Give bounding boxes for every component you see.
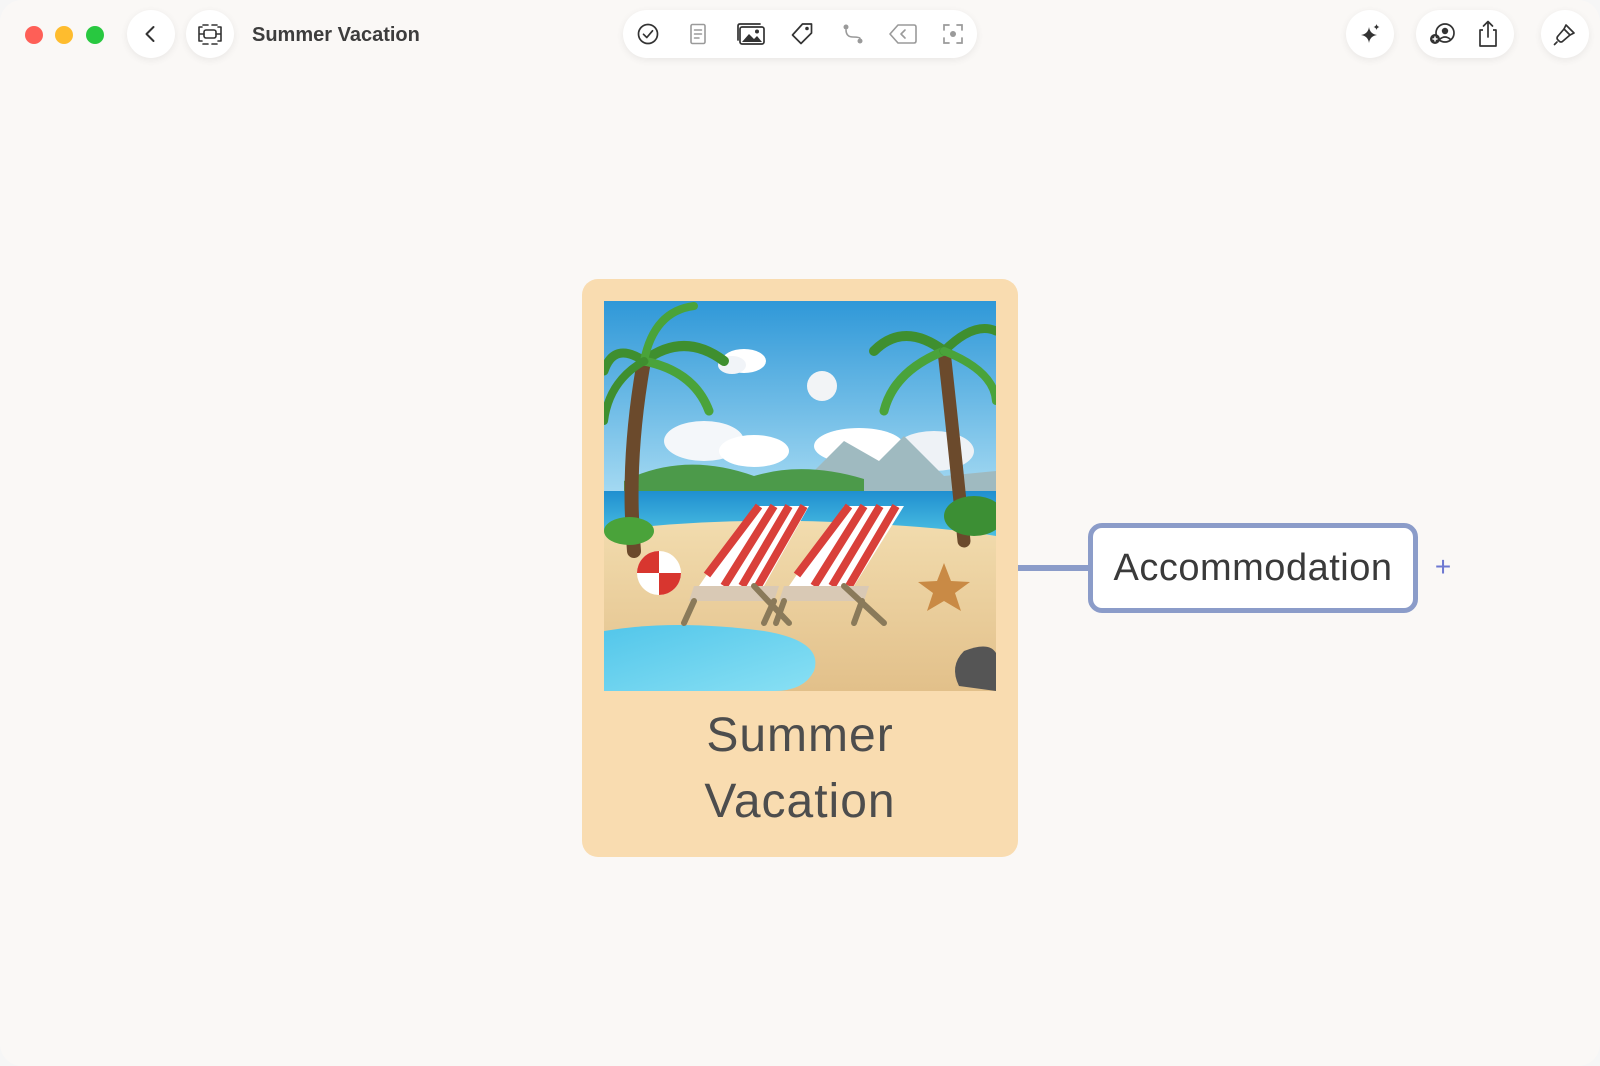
insert-toolbar: [623, 10, 977, 58]
ai-button[interactable]: [1346, 10, 1394, 58]
chevron-left-icon: [145, 26, 155, 42]
share-button[interactable]: [1474, 20, 1502, 48]
add-topic-button[interactable]: +: [1430, 553, 1456, 581]
relationship-button[interactable]: [839, 20, 867, 48]
document-title: Summer Vacation: [252, 24, 420, 46]
back-button[interactable]: [127, 10, 175, 58]
check-circle-icon: [637, 23, 659, 45]
titlebar: Summer Vacation: [0, 0, 1600, 72]
zoom-window-button[interactable]: [86, 26, 104, 44]
note-icon: [690, 23, 706, 45]
note-button[interactable]: [684, 20, 712, 48]
share-icon: [1479, 20, 1497, 47]
central-topic-title-line: Summer: [706, 709, 894, 762]
collaborate-icon: [1430, 23, 1455, 44]
collaborate-button[interactable]: [1428, 20, 1456, 48]
label-button[interactable]: [788, 20, 816, 48]
subtopic-accommodation[interactable]: Accommodation: [1088, 523, 1418, 613]
mindmap-icon: [198, 24, 222, 45]
relationship-icon: [843, 24, 863, 44]
minimize-window-button[interactable]: [55, 26, 73, 44]
central-topic-title: Summer Vacation: [582, 703, 1018, 835]
central-topic-image: [604, 301, 996, 691]
beach-illustration: [604, 301, 996, 691]
close-window-button[interactable]: [25, 26, 43, 44]
summary-button[interactable]: [887, 20, 919, 48]
format-brush-icon: [1553, 24, 1575, 46]
image-button[interactable]: [733, 20, 769, 48]
focus-icon: [943, 24, 963, 44]
central-topic-title-line: Vacation: [704, 775, 896, 828]
ai-sparkle-icon: [1361, 24, 1380, 43]
collaboration-share-group: [1416, 10, 1514, 58]
task-button[interactable]: [634, 20, 662, 48]
central-topic[interactable]: Summer Vacation: [582, 279, 1018, 857]
mindmap-structure-button[interactable]: [186, 10, 234, 58]
topic-connector-line: [1018, 565, 1088, 571]
app-window: Summer Vacation Summer Vacation Accommod…: [0, 0, 1600, 1066]
image-icon: [737, 23, 765, 45]
back-arrow-icon: [889, 24, 917, 44]
boundary-button[interactable]: [939, 20, 967, 48]
format-button[interactable]: [1541, 10, 1589, 58]
tag-icon: [791, 23, 813, 45]
